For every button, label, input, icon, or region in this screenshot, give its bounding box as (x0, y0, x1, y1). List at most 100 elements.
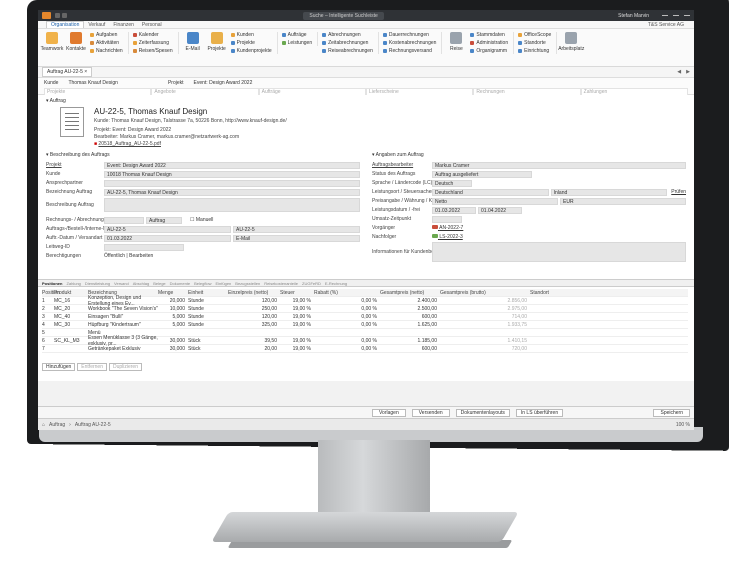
order-editor-line[interactable]: Bearbeiter: Markus Cramer, markus.cramer… (94, 134, 287, 140)
arbeitsplatz-button[interactable]: Arbeitsplatz (558, 32, 584, 52)
col-einzelpreis[interactable]: Einzelpreis (netto) (228, 290, 280, 296)
subtab-versand[interactable]: Versand (114, 281, 129, 286)
add-row-button[interactable]: Hinzufügen (42, 363, 76, 371)
projekt-filter-value[interactable]: Event: Design Award 2022 (194, 80, 253, 86)
subtab-einfuegen[interactable]: Einfügen (215, 281, 231, 286)
status-select[interactable]: Auftrag ausgeliefert (432, 170, 532, 178)
leitweg-field[interactable] (104, 243, 184, 251)
ribbon-kostenabrechnungen[interactable]: Kostenabrechnungen (382, 40, 436, 46)
table-row[interactable]: 7 Getränkepaket Exklusiv 30,000 Stück 20,00 1… (42, 345, 688, 353)
col-position[interactable]: Position (42, 290, 60, 296)
col-steuer[interactable]: Steuer (280, 290, 314, 296)
minimize-icon[interactable] (662, 15, 668, 16)
ribbon-officescope[interactable]: OfficeScope (518, 32, 551, 38)
tab-auftrag[interactable]: Auftrag AU-22-5 × (42, 67, 93, 77)
projekt-field[interactable]: Event: Design Award 2022 (104, 161, 360, 169)
subtab-zugferd[interactable]: ZUGFeRD (302, 281, 321, 286)
subtab-belege[interactable]: Belege (153, 281, 165, 286)
ribbon-abrechnungen[interactable]: Abrechnungen (322, 32, 373, 38)
manuell-checkbox[interactable]: ☐ Manuell (190, 217, 213, 223)
table-row[interactable]: 6 SC_KL_M3 Essen Menüklasse 3 (3 Gänge, ex… (42, 335, 688, 347)
ansprechpartner-field[interactable] (104, 179, 360, 187)
leistungsdatum-field[interactable]: 01.03.2022 (432, 206, 476, 214)
pruefen-link[interactable]: Prüfen (671, 189, 686, 195)
back-icon[interactable]: ◀ (677, 69, 681, 75)
col-gesamt-brutto[interactable]: Gesamtpreis (brutto) (440, 290, 530, 296)
auftragsnr-field[interactable]: AU-22-5 (104, 225, 231, 233)
ribbon-einrichtung[interactable]: Einrichtung (518, 48, 551, 54)
save-button[interactable]: Speichern (653, 408, 690, 417)
subtab-bezugsstellen[interactable]: Bezugsstellen (235, 281, 260, 286)
auftragsdatum-field[interactable]: 01.03.2022 (104, 234, 231, 242)
subtab-erechnung[interactable]: E-Rechnung (325, 281, 347, 286)
subtab-abschlag[interactable]: Abschlag (133, 281, 149, 286)
subtab-dienstleistung[interactable]: Dienstleistung (85, 281, 110, 286)
email-button[interactable]: E-Mail (183, 32, 203, 52)
interne-nr-field[interactable]: AU-22-5 (233, 225, 360, 233)
ribbon-aktivitaeten[interactable]: Aktivitäten (90, 40, 123, 46)
abrechnungskreis-field[interactable] (104, 216, 144, 224)
col-standort[interactable]: Standort (530, 290, 590, 296)
global-search-input[interactable]: Suche – Intelligente Suchleiste (303, 11, 384, 20)
tab-finanzen[interactable]: Finanzen (109, 22, 138, 28)
abrechnungskreis-type[interactable]: Auftrag (146, 216, 182, 224)
layouts-select[interactable]: Dokumentenlayouts (455, 408, 510, 417)
kunde-field[interactable]: 10018 Thomas Knauf Design (104, 170, 360, 178)
ribbon-organigramm[interactable]: Organigramm (470, 48, 508, 54)
teamwork-button[interactable]: Teamwork (41, 32, 63, 52)
subtab-reisekosten[interactable]: Reisekostenanteile (264, 281, 298, 286)
vorlagen-button[interactable]: Vorlagen (372, 408, 406, 417)
waehrung-field[interactable]: EUR (560, 197, 686, 205)
kontakte-button[interactable]: Kontakte (66, 32, 86, 52)
section-auftrag[interactable]: ▾ Auftrag (46, 98, 686, 104)
order-pdf-link[interactable]: ■ 20518_Auftrag_AU-22-5.pdf (94, 141, 287, 147)
subtab-positionen[interactable]: Positionen (42, 281, 62, 286)
tab-organisation[interactable]: Organisation (46, 21, 85, 28)
projekt-label[interactable]: Projekt (46, 162, 104, 168)
kunde-filter-value[interactable]: Thomas Knauf Design (68, 80, 117, 86)
ribbon-projekte[interactable]: Projekte (230, 40, 272, 46)
preisangabe-field[interactable]: Netto (432, 197, 558, 205)
order-project-line[interactable]: Projekt: Event: Design Award 2022 (94, 127, 287, 133)
forward-icon[interactable]: ▶ (686, 69, 690, 75)
convert-select[interactable]: In LS überführen (515, 408, 564, 417)
versenden-button[interactable]: Versenden (411, 408, 450, 417)
breadcrumb-root[interactable]: Auftrag (49, 422, 65, 428)
maximize-icon[interactable] (673, 15, 679, 16)
ribbon-reiseabrechnungen[interactable]: Reiseabrechnungen (322, 48, 373, 54)
table-row[interactable]: 2 MC_20 Workbook "The Seven Vision's" 10,00… (42, 305, 688, 313)
table-row[interactable]: 3 MC_40 Einsagen "Bulli" 5,000 Stunde 120,00 1… (42, 313, 688, 321)
reise-button[interactable]: Reise (446, 32, 466, 52)
table-row[interactable]: 4 MC_30 Hüpfburg "Kindertraum" 5,000 Stunde 3… (42, 321, 688, 329)
sprache-field[interactable]: Deutsch (432, 179, 472, 187)
duplicate-row-button[interactable]: Duplizieren (108, 363, 142, 371)
bezeichnung-field[interactable]: AU-22-5, Thomas Knauf Design (104, 188, 360, 196)
versandart-field[interactable]: E-Mail (233, 234, 360, 242)
bearbeiter-label[interactable]: Auftragsbearbeiter (372, 162, 432, 168)
berechtigungen-value[interactable]: Öffentlich | Bearbeiten (104, 253, 153, 259)
subtab-zahlung[interactable]: Zahlung (66, 281, 80, 286)
quick-save-icon[interactable] (55, 13, 60, 18)
ribbon-dauerrechnungen[interactable]: Dauerrechnungen (382, 32, 437, 38)
user-name[interactable]: Stefan Marvin (618, 13, 649, 19)
remove-row-button[interactable]: Entfernen (77, 363, 107, 371)
right-section-title[interactable]: ▾ Angaben zum Auftrag (372, 152, 686, 158)
leistungsende-field[interactable]: 01.04.2022 (478, 206, 522, 214)
projekte-button[interactable]: Projekte (207, 32, 227, 52)
col-rabatt[interactable]: Rabatt (%) (314, 290, 380, 296)
ribbon-zeiterfassung[interactable]: Zeiterfassung (132, 40, 173, 46)
col-produkt[interactable]: Produkt (54, 290, 88, 296)
col-menge[interactable]: Menge (158, 290, 188, 296)
col-einheit[interactable]: Einheit (188, 290, 228, 296)
ribbon-kalender[interactable]: Kalender (132, 32, 173, 38)
ribbon-rechnungsversand[interactable]: Rechnungsversand (382, 48, 437, 54)
bearbeiter-field[interactable]: Markus Cramer (432, 161, 686, 169)
ribbon-zeitabrechnungen[interactable]: Zeitabrechnungen (322, 40, 373, 46)
subtab-dokumente[interactable]: Dokumente (170, 281, 190, 286)
order-customer-line[interactable]: Kunde: Thomas Knauf Design, Talstrasse 7… (94, 118, 287, 124)
left-section-title[interactable]: ▾ Beschreibung des Auftrags (46, 152, 360, 158)
quick-undo-icon[interactable] (62, 13, 67, 18)
table-row[interactable]: 1 MC_16 Konzeption, Design und Erstellung … (42, 295, 688, 307)
ribbon-aufgaben[interactable]: Aufgaben (90, 32, 123, 38)
umsatz-field[interactable] (432, 215, 462, 223)
